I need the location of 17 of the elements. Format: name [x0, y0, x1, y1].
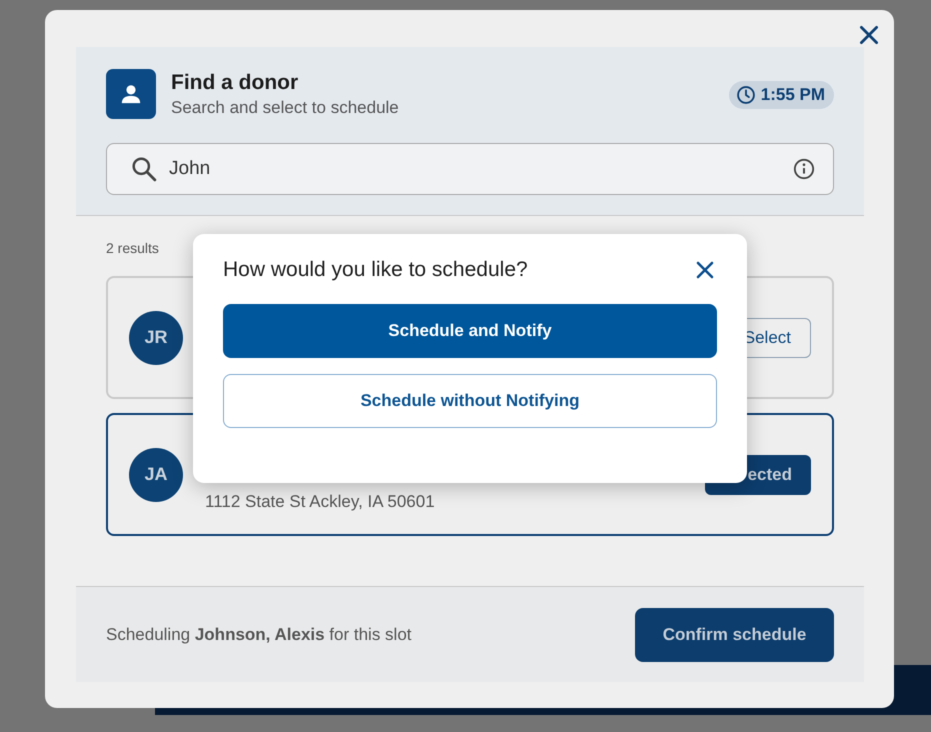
schedule-button[interactable]: Schedule without Notifying [223, 374, 717, 428]
dialog-title: How would you like to schedule? [223, 258, 528, 282]
search-field[interactable]: John [106, 143, 834, 195]
modal-subtitle: Search and select to schedule [171, 98, 400, 118]
results-count: 2 results [106, 240, 160, 256]
scheduling-summary: Scheduling Johnson, Alexis for this slot [106, 624, 412, 644]
confirm-button[interactable]: Confirm schedule [635, 608, 834, 662]
modal-title: Find a donor [171, 70, 300, 94]
time-badge: 1:55 PM [728, 81, 834, 109]
avatar: JR [129, 310, 183, 364]
donor-address: 1112 State St Ackley, IA 50601 [205, 492, 436, 512]
info-icon[interactable] [793, 158, 815, 180]
schedule-notify-button[interactable]: Schedule and Notify [223, 304, 717, 358]
search-icon [131, 156, 157, 182]
person-icon [106, 69, 156, 119]
avatar: JA [129, 448, 183, 502]
clock-icon [736, 85, 756, 105]
